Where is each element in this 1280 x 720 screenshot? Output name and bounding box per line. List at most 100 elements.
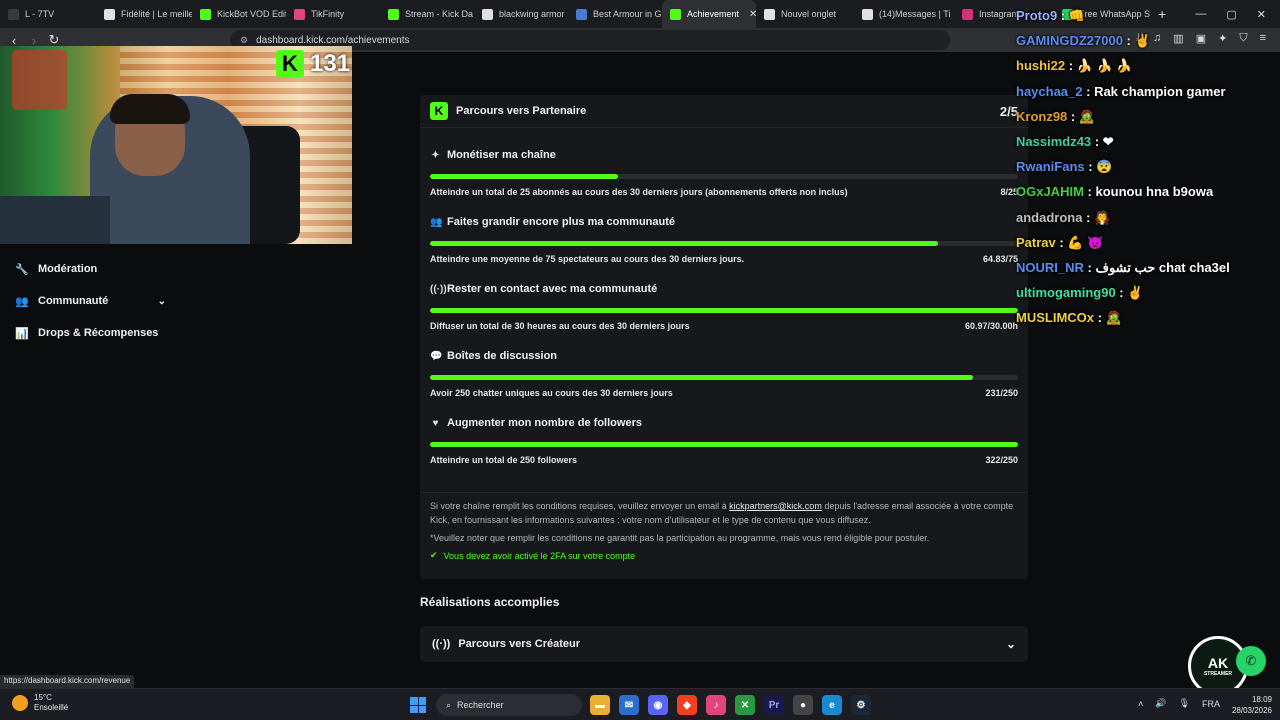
tab-0[interactable]: L - 7TV: [0, 0, 96, 28]
requirement-title: Faites grandir encore plus ma communauté: [447, 216, 676, 228]
tab-7[interactable]: Achievement ✕: [662, 0, 756, 28]
tab-5[interactable]: blackwing armor: [474, 0, 568, 28]
chat-message: Kronz98 : 🧟: [1016, 109, 1095, 125]
weather-widget[interactable]: 15°C Ensoleillé: [12, 693, 68, 713]
requirement-description: Avoir 250 chatter uniques au cours des 3…: [430, 388, 673, 398]
vpn-icon[interactable]: ⛉: [1239, 32, 1247, 45]
requirement-stay-in-touch: ((·)) Rester en contact avec ma communaut…: [430, 283, 1018, 331]
windows-start-icon[interactable]: [410, 697, 426, 713]
tab-9[interactable]: (14)Messages | Ti: [854, 0, 954, 28]
chat-username[interactable]: MUSLIMCOx: [1016, 310, 1094, 325]
chat-text: 🍌 🍌 🍌: [1076, 58, 1133, 74]
requirement-value: 64.83/75: [982, 254, 1018, 264]
menu-icon[interactable]: ≡: [1260, 32, 1266, 45]
wallet-icon[interactable]: ▣: [1196, 32, 1206, 45]
mic-icon[interactable]: 🎙: [1179, 698, 1190, 709]
tab-4[interactable]: Stream - Kick Da: [380, 0, 474, 28]
tab-label: Instagram: [979, 9, 1020, 19]
tab-8[interactable]: Nouvel onglet: [756, 0, 854, 28]
maximize-icon[interactable]: ▢: [1226, 8, 1236, 21]
status-url: https://dashboard.kick.com/revenue: [0, 675, 135, 688]
chat-bubble-icon: 💬: [430, 350, 443, 362]
chat-username[interactable]: Nassimdz43: [1016, 134, 1091, 149]
sidebar-icon[interactable]: ▥: [1173, 32, 1183, 45]
chevron-down-icon: ⌄: [157, 295, 166, 307]
partner-path-card: K Parcours vers Partenaire 2/5 ✦ Monétise…: [420, 95, 1028, 579]
clock[interactable]: 18:09 28/03/2026: [1232, 694, 1272, 716]
discord-icon[interactable]: ◉: [648, 695, 668, 715]
sidebar-item-community[interactable]: 👥 Communauté ⌄: [15, 295, 166, 308]
chat-username[interactable]: Proto9: [1016, 8, 1057, 23]
tab-favicon-icon: [862, 8, 873, 20]
chat-username[interactable]: andadrona: [1016, 210, 1082, 225]
requirement-chat-boxes: 💬 Boîtes de discussion Avoir 250 chatter …: [430, 350, 1018, 398]
viewer-count: K 131: [276, 48, 350, 80]
chat-text: حب تشوف chat cha3el: [1095, 260, 1230, 275]
email-link[interactable]: kickpartners@kick.com: [729, 501, 822, 511]
chat-username[interactable]: GAMINGDZ27000: [1016, 33, 1123, 48]
tab-3[interactable]: TikFinity: [286, 0, 380, 28]
requirement-description: Diffuser un total de 30 heures au cours …: [430, 321, 690, 331]
edge-icon[interactable]: e: [822, 695, 842, 715]
speaker-icon[interactable]: 🔊: [1155, 698, 1166, 709]
taskbar-search[interactable]: ⌕ Rechercher: [436, 694, 582, 716]
chat-separator: :: [1057, 8, 1069, 23]
chat-username[interactable]: haychaa_2: [1016, 84, 1083, 99]
chat-username[interactable]: RwaniFans: [1016, 159, 1085, 174]
tab-6[interactable]: Best Armour in G: [568, 0, 662, 28]
tab-label: Best Armour in G: [593, 9, 662, 19]
chat-message: NOURI_NR : حب تشوف chat cha3el: [1016, 260, 1230, 276]
chat-username[interactable]: Patrav: [1016, 235, 1056, 250]
chat-message: GAMINGDZ27000 : ✌: [1016, 33, 1151, 49]
heart-icon: ♥: [432, 417, 439, 429]
xbox-icon[interactable]: ✕: [735, 695, 755, 715]
sidebar-item-moderation[interactable]: 🔧 Modération: [15, 263, 166, 276]
close-icon[interactable]: ✕: [1257, 8, 1266, 21]
tab-1[interactable]: Fidélité | Le meille: [96, 0, 192, 28]
steam-icon[interactable]: ⚙: [851, 695, 871, 715]
tiktok-icon[interactable]: ♪: [706, 695, 726, 715]
logo-sub: STREAMER: [1203, 671, 1233, 677]
disclaimer: *Veuillez noter que remplir les conditio…: [430, 533, 930, 543]
premiere-icon[interactable]: Pr: [764, 695, 784, 715]
new-tab-button[interactable]: +: [1150, 6, 1174, 22]
card-header: K Parcours vers Partenaire 2/5: [420, 95, 1028, 128]
brave-icon[interactable]: ◆: [677, 695, 697, 715]
toolbar-icons: ⤓ ♫ ▥ ▣ ✦ ⛉ ≡: [1136, 32, 1266, 45]
chat-message: OGxJAHIM : kounou hna b9owa: [1016, 184, 1213, 199]
requirement-grow-community: 👥 Faites grandir encore plus ma communaut…: [430, 216, 1018, 264]
viewer-count-value: 131: [310, 50, 351, 77]
chevron-up-icon[interactable]: ˄: [1138, 699, 1143, 709]
system-tray: ˄ 🔊 🎙 FRA: [1138, 698, 1220, 709]
music-icon[interactable]: ♫: [1153, 32, 1161, 45]
chat-separator: :: [1083, 260, 1096, 275]
language-indicator[interactable]: FRA: [1202, 699, 1220, 709]
chat-message: haychaa_2 : Rak champion gamer: [1016, 84, 1226, 99]
mail-icon[interactable]: ✉: [619, 695, 639, 715]
chat-username[interactable]: NOURI_NR: [1016, 260, 1084, 275]
card-title: Parcours vers Partenaire: [456, 105, 587, 117]
progress-bar: [430, 375, 1018, 380]
sidebar-item-drops[interactable]: 📊 Drops & Récompenses: [15, 327, 166, 340]
partner-instructions: Si votre chaîne remplit les conditions r…: [430, 499, 1018, 527]
site-info-icon[interactable]: ⚙: [240, 35, 248, 46]
file-explorer-icon[interactable]: ▬: [590, 695, 610, 715]
chat-username[interactable]: hushi22: [1016, 58, 1065, 73]
chat-text: kounou hna b9owa: [1095, 184, 1214, 200]
tab-2[interactable]: KickBot VOD Edit: [192, 0, 286, 28]
broadcast-icon: ((·)): [430, 283, 447, 295]
whatsapp-icon[interactable]: ✆: [1236, 646, 1266, 676]
tab-label: Nouvel onglet: [781, 9, 837, 19]
progress-bar: [430, 241, 1018, 246]
chat-username[interactable]: Kronz98: [1016, 109, 1067, 124]
chat-text: ✌: [1134, 33, 1151, 49]
creator-path-accordion[interactable]: ((·)) Parcours vers Créateur ⌄: [420, 626, 1028, 662]
chat-username[interactable]: ultimogaming90: [1016, 285, 1116, 300]
tab-close-icon[interactable]: ✕: [749, 9, 756, 20]
wrench-icon: 🔧: [15, 263, 29, 276]
chat-username[interactable]: OGxJAHIM: [1016, 184, 1084, 199]
minimize-icon[interactable]: —: [1195, 8, 1206, 20]
ai-icon[interactable]: ✦: [1218, 32, 1227, 45]
obs-icon[interactable]: ●: [793, 695, 813, 715]
chat-separator: :: [1065, 58, 1077, 74]
